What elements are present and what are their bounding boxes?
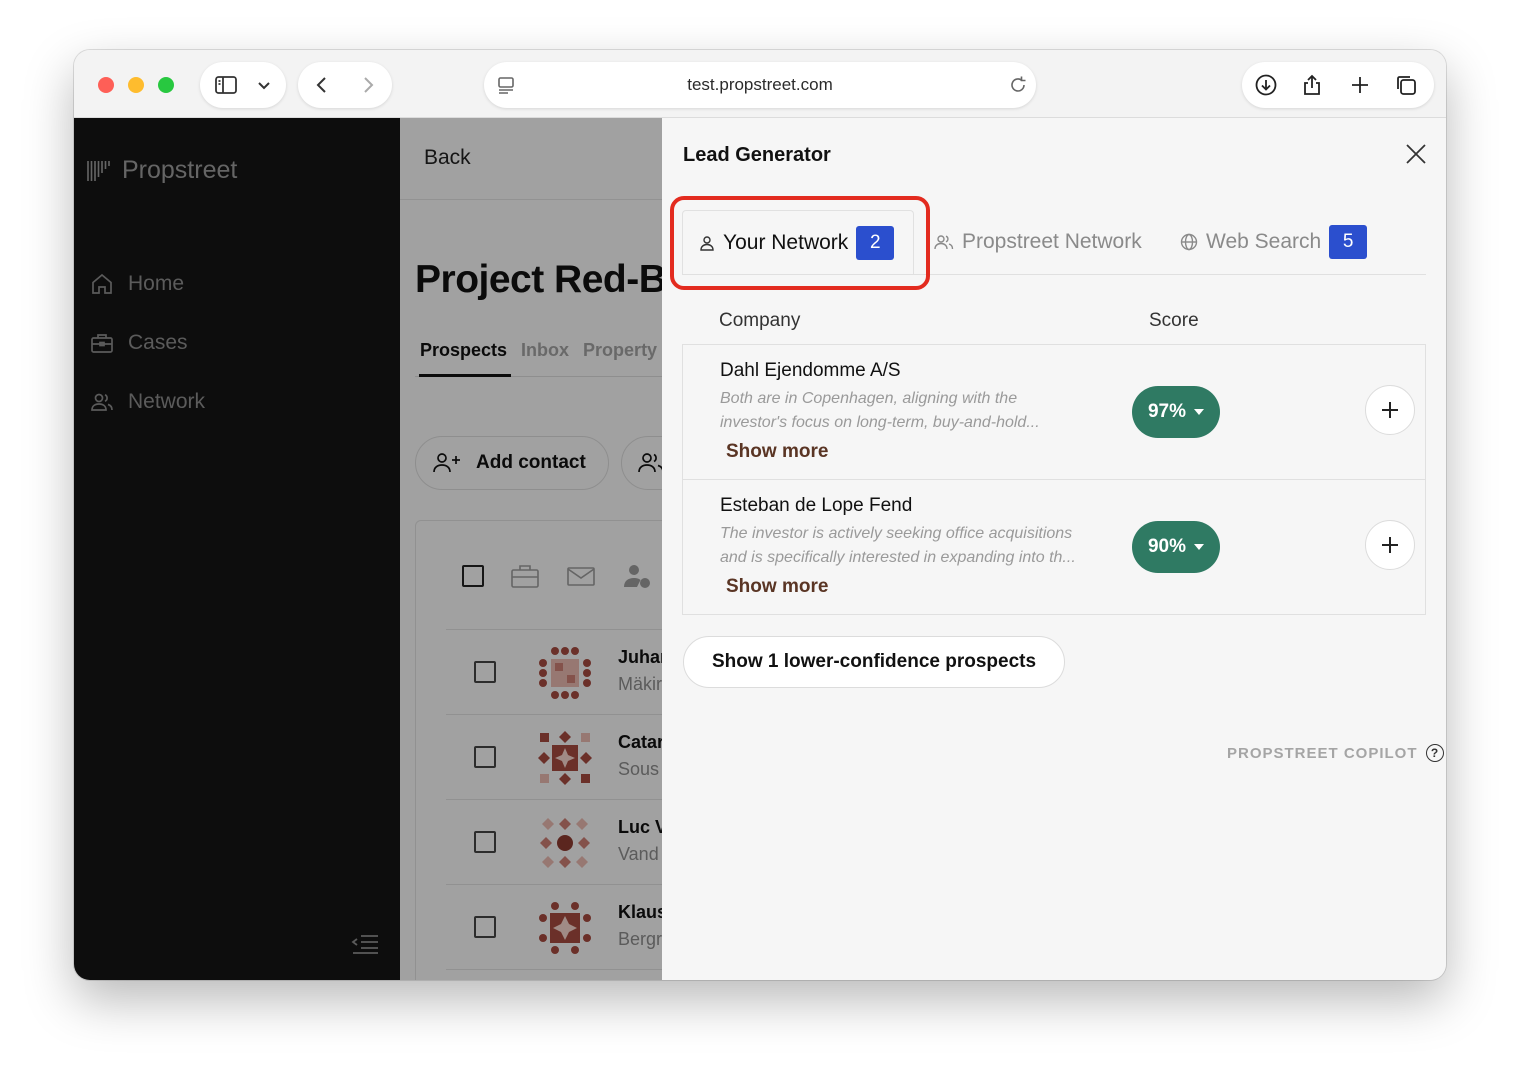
share-icon[interactable] xyxy=(1300,73,1324,97)
lead-description-line: investor's focus on long-term, buy-and-h… xyxy=(720,414,1040,431)
chevron-down-icon[interactable] xyxy=(252,73,276,97)
tab-label: Web Search xyxy=(1206,230,1322,253)
lead-card: Dahl Ejendomme A/S Both are in Copenhage… xyxy=(682,344,1426,480)
tab-propstreet-network[interactable]: Propstreet Network xyxy=(934,210,1142,274)
add-lead-button[interactable] xyxy=(1365,520,1415,570)
highlight-annotation xyxy=(670,196,930,290)
zoom-window-button[interactable] xyxy=(158,77,174,93)
lead-description: The investor is actively seeking office … xyxy=(720,522,1110,570)
browser-actions-group xyxy=(1242,62,1434,108)
score-dropdown[interactable]: 97% xyxy=(1132,386,1220,438)
address-bar[interactable]: test.propstreet.com xyxy=(484,62,1036,108)
lead-description-line: Both are in Copenhagen, aligning with th… xyxy=(720,390,1018,407)
tab-overview-icon[interactable] xyxy=(1394,73,1418,97)
minimize-window-button[interactable] xyxy=(128,77,144,93)
column-header-company: Company xyxy=(719,310,801,331)
count-badge: 5 xyxy=(1329,225,1368,259)
score-value: 90% xyxy=(1147,536,1187,557)
people-icon xyxy=(934,235,954,250)
score-dropdown[interactable]: 90% xyxy=(1132,521,1220,573)
score-value: 97% xyxy=(1147,401,1187,422)
show-more-link[interactable]: Show more xyxy=(726,576,828,598)
forward-arrow-icon[interactable] xyxy=(356,73,380,97)
browser-titlebar: test.propstreet.com xyxy=(74,50,1446,118)
lead-card: Esteban de Lope Fend The investor is act… xyxy=(682,479,1426,615)
show-lower-confidence-button[interactable]: Show 1 lower-confidence prospects xyxy=(683,636,1065,688)
new-tab-icon[interactable] xyxy=(1348,73,1372,97)
copilot-footer: PROPSTREET COPILOT ? xyxy=(1227,744,1444,762)
show-more-link[interactable]: Show more xyxy=(726,441,828,463)
sidebar-toggle-group xyxy=(200,62,286,108)
add-lead-button[interactable] xyxy=(1365,385,1415,435)
url-text: test.propstreet.com xyxy=(687,75,833,94)
caret-down-icon xyxy=(1194,544,1205,550)
lead-company-name: Esteban de Lope Fend xyxy=(720,495,913,516)
close-window-button[interactable] xyxy=(98,77,114,93)
lead-description-line: and is specifically interested in expand… xyxy=(720,549,1076,566)
globe-icon xyxy=(1180,233,1198,251)
lead-generator-drawer: Lead Generator Your Network 2 Propstreet… xyxy=(662,118,1446,980)
caret-down-icon xyxy=(1194,409,1205,415)
modal-backdrop[interactable] xyxy=(74,118,662,980)
column-header-score: Score xyxy=(1149,310,1199,331)
app-area: Propstreet Home Cases Network Back Proje… xyxy=(74,118,1446,980)
plus-icon xyxy=(1382,537,1398,553)
download-icon[interactable] xyxy=(1254,73,1278,97)
lead-description: Both are in Copenhagen, aligning with th… xyxy=(720,387,1110,435)
sidebar-toggle-icon[interactable] xyxy=(214,73,238,97)
copilot-label: PROPSTREET COPILOT xyxy=(1227,744,1418,762)
lead-description-line: The investor is actively seeking office … xyxy=(720,525,1073,542)
history-nav-group xyxy=(298,62,392,108)
lead-company-name: Dahl Ejendomme A/S xyxy=(720,360,901,381)
tab-web-search[interactable]: Web Search 5 xyxy=(1180,210,1368,274)
close-icon[interactable] xyxy=(1404,142,1428,166)
tab-label: Propstreet Network xyxy=(962,230,1142,253)
browser-window: test.propstreet.com Propstreet Home Case… xyxy=(74,50,1446,980)
back-arrow-icon[interactable] xyxy=(310,73,334,97)
reload-icon[interactable] xyxy=(1006,73,1030,97)
help-icon[interactable]: ? xyxy=(1425,744,1444,762)
plus-icon xyxy=(1382,402,1398,418)
drawer-title: Lead Generator xyxy=(683,144,831,166)
